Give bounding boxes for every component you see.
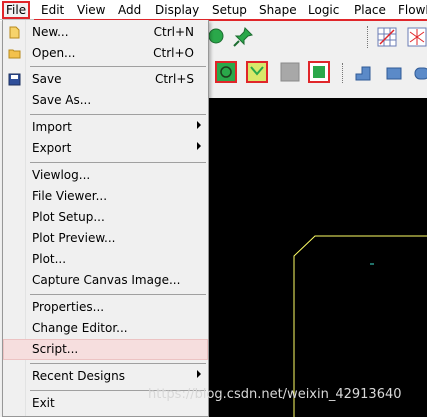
fit-view-icon[interactable] <box>215 61 237 83</box>
menu-item-capture-canvas[interactable]: Capture Canvas Image... <box>3 270 208 291</box>
menu-item-plot-preview[interactable]: Plot Preview... <box>3 228 208 249</box>
menu-item-label: Recent Designs <box>32 369 125 383</box>
menu-item-properties[interactable]: Properties... <box>3 297 208 318</box>
toolbar-separator <box>367 26 369 48</box>
save-disk-icon <box>8 73 21 86</box>
menu-item-plot-setup[interactable]: Plot Setup... <box>3 207 208 228</box>
green-circle-icon[interactable] <box>208 27 226 45</box>
menu-item-label: Import <box>32 120 72 134</box>
shortcut-label: Ctrl+S <box>154 72 194 86</box>
menu-item-label: New... <box>32 25 69 39</box>
menu-item-plot[interactable]: Plot... <box>3 249 208 270</box>
menu-item-save-as[interactable]: Save As... <box>3 90 208 111</box>
submenu-arrow-icon <box>197 142 201 150</box>
menu-item-label: Plot Setup... <box>32 210 105 224</box>
menu-item-label: Properties... <box>32 300 105 314</box>
shortcut-label: Ctrl+O <box>153 46 194 60</box>
menu-item-label: Viewlog... <box>32 168 91 182</box>
rounded-shape-icon[interactable] <box>413 65 427 81</box>
submenu-arrow-icon <box>197 370 201 378</box>
menu-file[interactable]: File <box>2 1 31 19</box>
menu-item-label: Plot... <box>32 252 67 266</box>
pin-icon[interactable] <box>231 25 255 49</box>
menu-item-label: Exit <box>32 396 55 410</box>
menu-logic[interactable]: Logic <box>308 1 339 19</box>
menu-item-label: Plot Preview... <box>32 231 116 245</box>
menu-item-label: File Viewer... <box>32 189 108 203</box>
menu-flowplan[interactable]: FlowPl <box>398 1 427 19</box>
menu-separator <box>30 66 206 67</box>
menu-item-label: Export <box>32 141 72 155</box>
toolbar-area <box>208 21 427 99</box>
menu-item-label: Save As... <box>32 93 92 107</box>
rectangle-shape-icon[interactable] <box>385 65 403 81</box>
submenu-arrow-icon <box>197 121 201 129</box>
file-menu-dropdown: New... Ctrl+N Open... Ctrl+O Save Ctrl+S… <box>2 20 209 417</box>
menu-separator <box>30 162 206 163</box>
watermark-text: https://blog.csdn.net/weixin_42913640 <box>148 387 402 402</box>
menu-item-export[interactable]: Export <box>3 138 208 159</box>
menu-bar: File Edit View Add Display Setup Shape L… <box>0 0 427 21</box>
menu-display[interactable]: Display <box>155 1 199 19</box>
open-folder-icon <box>8 49 21 59</box>
menu-setup[interactable]: Setup <box>212 1 247 19</box>
menu-shape[interactable]: Shape <box>259 1 297 19</box>
menu-item-import[interactable]: Import <box>3 117 208 138</box>
new-file-icon <box>9 26 20 39</box>
menu-item-label: Change Editor... <box>32 321 128 335</box>
menu-add[interactable]: Add <box>118 1 141 19</box>
l-shape-icon[interactable] <box>354 65 372 81</box>
menu-item-file-viewer[interactable]: File Viewer... <box>3 186 208 207</box>
board-outline <box>293 235 427 417</box>
menu-item-label: Open... <box>32 46 76 60</box>
gray-square-icon[interactable] <box>279 61 301 83</box>
menu-view[interactable]: View <box>77 1 105 19</box>
menu-item-script[interactable]: Script... <box>3 339 208 360</box>
menu-item-viewlog[interactable]: Viewlog... <box>3 165 208 186</box>
menu-item-label: Capture Canvas Image... <box>32 273 181 287</box>
menu-item-new[interactable]: New... Ctrl+N <box>3 22 208 43</box>
menu-separator <box>30 363 206 364</box>
menu-separator <box>30 114 206 115</box>
zoom-area-icon[interactable] <box>246 61 268 83</box>
shortcut-label: Ctrl+N <box>153 25 194 39</box>
menu-item-change-editor[interactable]: Change Editor... <box>3 318 208 339</box>
menu-item-save[interactable]: Save Ctrl+S <box>3 69 208 90</box>
menu-item-open[interactable]: Open... Ctrl+O <box>3 43 208 64</box>
ratsnest-icon[interactable] <box>406 26 427 48</box>
toolbar-separator-2 <box>342 63 344 83</box>
grid-icon[interactable] <box>376 26 398 48</box>
menu-item-recent-designs[interactable]: Recent Designs <box>3 366 208 387</box>
menu-separator <box>30 294 206 295</box>
menu-item-label: Save <box>32 72 62 86</box>
window-icon[interactable] <box>308 61 330 83</box>
design-canvas[interactable] <box>208 98 427 417</box>
menu-place[interactable]: Place <box>354 1 386 19</box>
menu-item-label: Script... <box>32 342 79 356</box>
menu-edit[interactable]: Edit <box>41 1 64 19</box>
